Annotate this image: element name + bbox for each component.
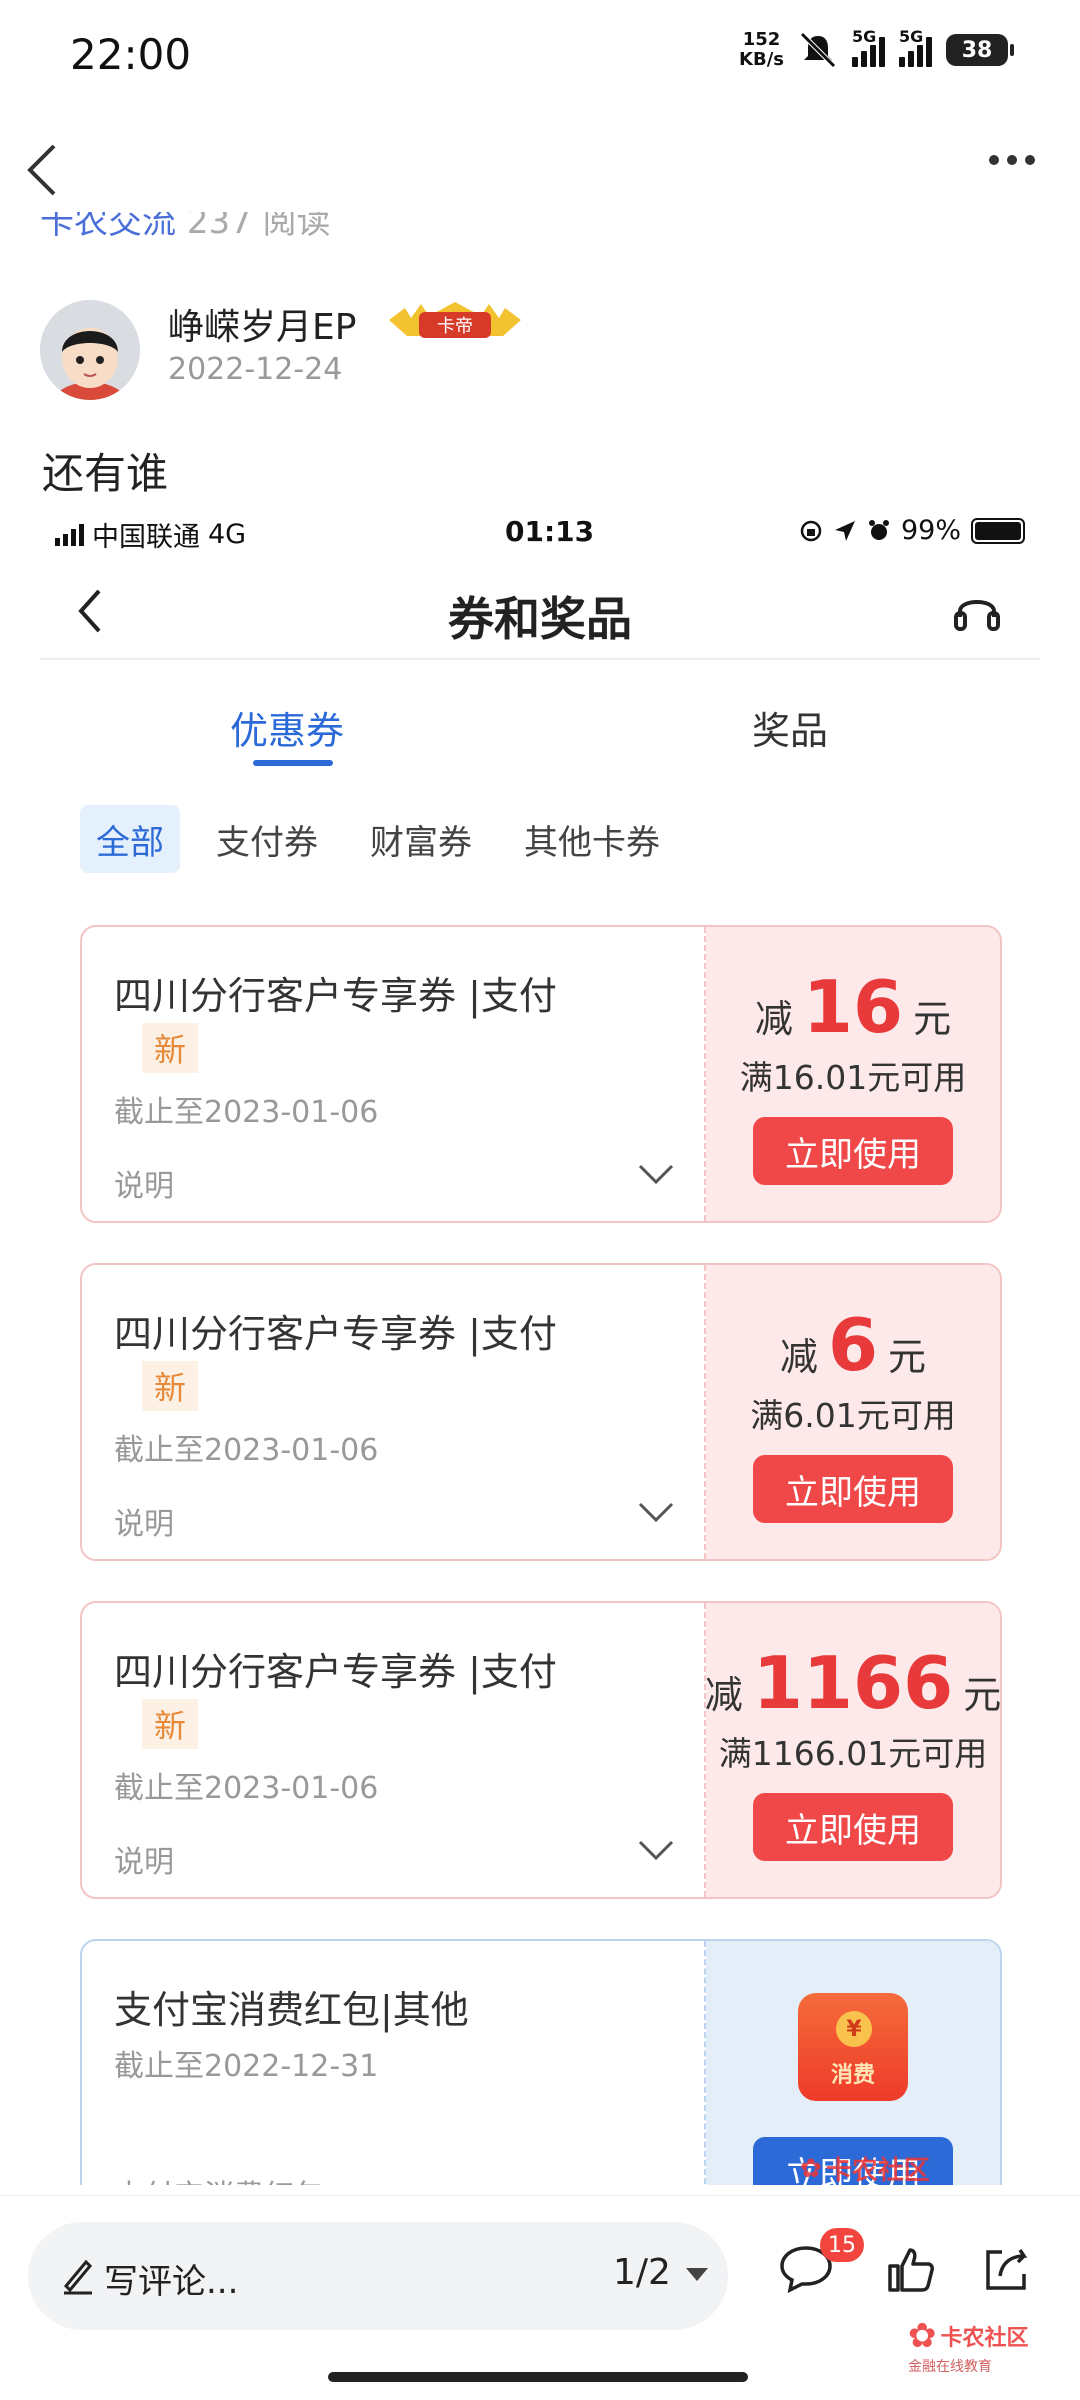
location-icon (834, 520, 855, 541)
coupon-note: 说明 (114, 1507, 174, 1542)
filter-wealth: 财富券 (370, 822, 472, 863)
comment-placeholder: 写评论... (104, 2262, 239, 2302)
post-date: 2022-12-24 (168, 352, 343, 387)
coupon-note: 说明 (114, 1845, 174, 1880)
coupon-tabs: 优惠券 奖品 (40, 700, 1040, 770)
signal-icon: 5G (852, 27, 885, 67)
use-now-button: 立即使用 (753, 1455, 953, 1523)
use-now-button: 立即使用 (753, 1117, 953, 1185)
battery-icon: 38 (946, 34, 1014, 66)
comment-input[interactable]: 写评论... 1/2 (28, 2222, 728, 2330)
mute-icon (800, 32, 836, 68)
comment-count-badge: 15 (820, 2228, 864, 2262)
coupon-expiry: 截止至2022-12-31 (114, 2049, 379, 2084)
coupon-amount: 1166 (752, 1641, 954, 1725)
coupon-card: 四川分行客户专享券 |支付 新 截止至2023-01-06 说明 减 1166 … (80, 1601, 1002, 1899)
watermark-logo-icon: ✿ (800, 2153, 822, 2184)
coupon-amount: 6 (827, 1303, 879, 1387)
net-speed: 152 KB/s (739, 29, 784, 70)
image-nav-bar: 券和奖品 (40, 565, 1040, 660)
coupon-note: 支付宝消费红包 (114, 2171, 324, 2185)
coupon-title: 四川分行客户专享券 |支付 (114, 974, 557, 1018)
chevron-down-icon (638, 1502, 674, 1523)
avatar[interactable] (40, 300, 140, 400)
page-indicator[interactable]: 1/2 (613, 2252, 671, 2293)
new-tag: 新 (142, 1361, 199, 1411)
like-icon[interactable] (886, 2244, 936, 2294)
coupon-expiry: 截止至2023-01-06 (114, 1433, 379, 1468)
rank-badge: 卡帝 (385, 300, 525, 344)
alarm-icon (868, 519, 889, 540)
tab-prizes: 奖品 (752, 709, 829, 753)
coupon-condition: 满16.01元可用 (739, 1058, 967, 1097)
status-time: 22:00 (70, 30, 192, 79)
coupon-expiry: 截止至2023-01-06 (114, 1095, 379, 1130)
coupon-card: 支付宝消费红包|其他 截止至2022-12-31 支付宝消费红包 ¥ 消费 立即… (80, 1939, 1002, 2185)
red-packet-icon: ¥ 消费 (798, 1993, 908, 2101)
bottom-bar: 写评论... 1/2 15 ✿ 卡农社区 金融在线教育 (0, 2195, 1080, 2400)
page-title: 券和奖品 (448, 592, 632, 646)
coupon-condition: 满1166.01元可用 (718, 1734, 988, 1773)
coupon-condition: 满6.01元可用 (750, 1396, 956, 1435)
watermark: ✿ 卡农社区 (800, 2153, 930, 2186)
tab-coupons: 优惠券 (230, 709, 345, 753)
coupon-card: 四川分行客户专享券 |支付 新 截止至2023-01-06 说明 减 16 元 … (80, 925, 1002, 1223)
post-body: 还有谁 (42, 449, 169, 498)
post-image[interactable]: 中国联通 4G 01:13 99% 券和奖品 优惠券 奖品 全部 支付券 财富券… (40, 505, 1040, 2185)
caret-down-icon[interactable] (686, 2268, 708, 2281)
coupon-card: 四川分行客户专享券 |支付 新 截止至2023-01-06 说明 减 6 元 满… (80, 1263, 1002, 1561)
filter-payment: 支付券 (216, 822, 318, 863)
coupon-title: 四川分行客户专享券 |支付 (114, 1650, 557, 1694)
use-now-button: 立即使用 (753, 1793, 953, 1861)
more-options-icon[interactable] (989, 155, 1035, 165)
chevron-down-icon (638, 1164, 674, 1185)
coupon-note: 说明 (114, 1169, 174, 1204)
watermark: ✿ 卡农社区 金融在线教育 (908, 2316, 1029, 2375)
status-icons: 152 KB/s 5G 5G 38 (739, 27, 1014, 70)
coupon-title: 四川分行客户专享券 |支付 (114, 1312, 557, 1356)
tab-indicator (253, 760, 333, 766)
filter-all: 全部 (80, 805, 180, 873)
image-status-bar: 中国联通 4G 01:13 99% (40, 505, 1040, 555)
article-meta: 卡农交流 237 阅读 (40, 212, 331, 238)
home-indicator[interactable] (328, 2372, 748, 2382)
signal-icon: 5G (899, 27, 932, 67)
chevron-down-icon (638, 1840, 674, 1861)
signal-icon (55, 523, 84, 546)
coupon-title: 支付宝消费红包|其他 (114, 1988, 469, 2032)
new-tag: 新 (142, 1699, 199, 1749)
watermark-logo-icon: ✿ (908, 2316, 937, 2356)
coupon-expiry: 截止至2023-01-06 (114, 1771, 379, 1806)
rotation-lock-icon (800, 520, 822, 541)
back-arrow-icon[interactable] (22, 140, 62, 200)
headset-icon (954, 600, 1000, 631)
filter-chips: 全部 支付券 财富券 其他卡券 (80, 805, 676, 873)
share-icon[interactable] (980, 2244, 1032, 2294)
filter-other: 其他卡券 (524, 822, 660, 863)
pen-icon (63, 2259, 93, 2295)
battery-icon (971, 517, 1025, 544)
new-tag: 新 (142, 1023, 199, 1073)
status-bar: 22:00 152 KB/s 5G 5G 38 (0, 0, 1080, 110)
coupon-amount: 16 (802, 965, 904, 1049)
author-name[interactable]: 峥嵘岁月EP (168, 298, 356, 350)
svg-text:卡帝: 卡帝 (437, 316, 473, 337)
